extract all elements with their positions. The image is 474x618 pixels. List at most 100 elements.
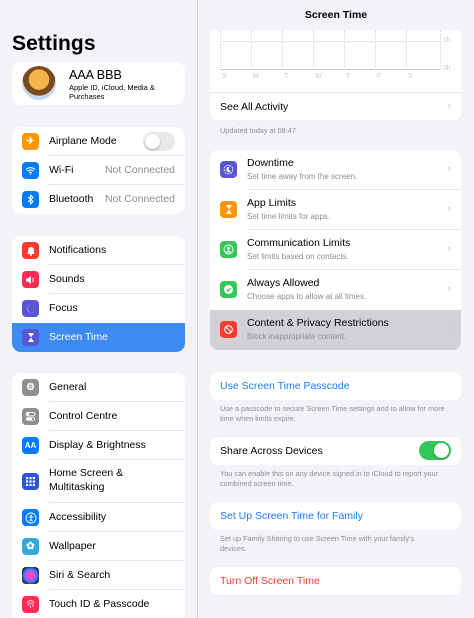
option-downtime[interactable]: Downtime Set time away from the screen. … bbox=[210, 150, 461, 190]
fingerprint-icon bbox=[22, 596, 39, 613]
grid-icon bbox=[22, 473, 39, 490]
gridline bbox=[220, 41, 441, 42]
option-label: App Limits bbox=[247, 197, 297, 209]
page-title: Settings bbox=[12, 32, 96, 55]
option-label: Downtime bbox=[247, 157, 294, 169]
sidebar-item-screen-time[interactable]: Screen Time bbox=[12, 323, 185, 352]
family-note: Set up Family Sharing to use Screen Time… bbox=[220, 534, 415, 553]
usage-chart bbox=[220, 30, 441, 70]
wifi-icon bbox=[22, 162, 39, 179]
option-always-allowed[interactable]: Always Allowed Choose apps to allow at a… bbox=[210, 270, 461, 310]
share-note: You can enable this on any device signed… bbox=[220, 469, 438, 488]
detail-title: Screen Time bbox=[304, 9, 368, 21]
sidebar-item-label-line2: Multitasking bbox=[49, 481, 105, 493]
option-description: Set time away from the screen. bbox=[247, 172, 358, 181]
moon-icon bbox=[22, 300, 39, 317]
x-axis-label: M bbox=[253, 73, 259, 80]
sidebar-item-label: Bluetooth bbox=[49, 193, 94, 205]
gridline bbox=[220, 30, 221, 70]
switches-icon bbox=[22, 408, 39, 425]
detail-pane: Screen Time 1h 0h S M T W T F S See All … bbox=[198, 0, 474, 618]
gridline bbox=[375, 30, 376, 70]
sidebar-item-wallpaper[interactable]: ✿ Wallpaper bbox=[12, 532, 185, 561]
use-passcode-row[interactable]: Use Screen Time Passcode bbox=[210, 372, 461, 400]
restrict-icon bbox=[220, 321, 237, 338]
sidebar-item-wifi[interactable]: Wi-Fi Not Connected bbox=[12, 156, 185, 185]
hourglass-icon bbox=[22, 329, 39, 346]
general-group: ⚙ General Control Centre AA Display & Br… bbox=[12, 373, 185, 618]
sidebar-item-focus[interactable]: Focus bbox=[12, 294, 185, 323]
x-axis-label: T bbox=[284, 73, 289, 80]
sidebar-item-label: Notifications bbox=[49, 244, 107, 256]
sidebar-item-label: Focus bbox=[49, 302, 78, 314]
option-description: Set limits based on contacts. bbox=[247, 252, 349, 261]
speaker-icon bbox=[22, 271, 39, 288]
profile-card[interactable]: AAA BBB Apple ID, iCloud, Media & Purcha… bbox=[12, 62, 185, 105]
passcode-note: Use a passcode to secure Screen Time set… bbox=[220, 404, 445, 423]
toggle-knob bbox=[434, 443, 449, 458]
share-across-devices-label: Share Across Devices bbox=[220, 445, 323, 457]
sidebar-item-label: Touch ID & Passcode bbox=[49, 598, 150, 610]
wifi-status: Not Connected bbox=[104, 164, 175, 176]
chevron-right-icon: › bbox=[447, 243, 451, 255]
share-across-devices-toggle[interactable] bbox=[419, 441, 451, 460]
see-all-activity-row[interactable]: See All Activity › bbox=[210, 92, 461, 120]
option-content-privacy[interactable]: Content & Privacy Restrictions Block ina… bbox=[210, 310, 461, 350]
option-label: Always Allowed bbox=[247, 277, 320, 289]
gridline bbox=[344, 30, 345, 70]
person-icon bbox=[220, 241, 237, 258]
option-description: Set time limits for apps. bbox=[247, 212, 331, 221]
x-axis-label: F bbox=[377, 73, 382, 80]
sidebar-item-label: Siri & Search bbox=[49, 569, 111, 581]
avatar bbox=[22, 66, 56, 100]
bluetooth-status: Not Connected bbox=[104, 193, 175, 205]
sidebar-item-sounds[interactable]: Sounds bbox=[12, 265, 185, 294]
option-app-limits[interactable]: App Limits Set time limits for apps. › bbox=[210, 190, 461, 230]
share-across-devices-row: Share Across Devices bbox=[210, 437, 461, 465]
hourglass-icon bbox=[220, 201, 237, 218]
accessibility-icon bbox=[22, 509, 39, 526]
chevron-right-icon: › bbox=[447, 163, 451, 175]
sidebar-item-label: Screen Time bbox=[49, 331, 108, 343]
toggle-knob bbox=[145, 134, 160, 149]
option-description: Choose apps to allow at all times. bbox=[247, 292, 367, 301]
option-communication-limits[interactable]: Communication Limits Set limits based on… bbox=[210, 230, 461, 270]
sidebar-item-label: Display & Brightness bbox=[49, 439, 146, 451]
sidebar-item-display-brightness[interactable]: AA Display & Brightness bbox=[12, 431, 185, 460]
sidebar-item-touch-id[interactable]: Touch ID & Passcode bbox=[12, 590, 185, 618]
sidebar-item-label: General bbox=[49, 381, 87, 393]
airplane-mode-toggle[interactable] bbox=[143, 132, 175, 151]
updated-timestamp: Updated today at 08:47 bbox=[220, 126, 296, 135]
downtime-icon bbox=[220, 161, 237, 178]
sidebar-item-bluetooth[interactable]: Bluetooth Not Connected bbox=[12, 185, 185, 214]
family-setup-row[interactable]: Set Up Screen Time for Family bbox=[210, 502, 461, 530]
connectivity-group: ✈ Airplane Mode Wi-Fi Not Connected Blue… bbox=[12, 127, 185, 214]
turn-off-screen-time-row[interactable]: Turn Off Screen Time bbox=[210, 567, 461, 595]
chevron-right-icon: › bbox=[447, 100, 451, 112]
sidebar-item-home-screen[interactable]: Home Screen & Multitasking bbox=[12, 460, 185, 503]
gridline bbox=[440, 30, 441, 70]
sidebar-item-label: Control Centre bbox=[49, 410, 118, 422]
screen-time-options: Downtime Set time away from the screen. … bbox=[210, 150, 461, 350]
airplane-icon: ✈ bbox=[22, 133, 39, 150]
sidebar-item-label: Airplane Mode bbox=[49, 135, 117, 147]
sidebar-item-general[interactable]: ⚙ General bbox=[12, 373, 185, 402]
gridline bbox=[251, 30, 252, 70]
sidebar-item-siri-search[interactable]: Siri & Search bbox=[12, 561, 185, 590]
chevron-right-icon: › bbox=[447, 323, 451, 335]
option-description: Block inappropriate content. bbox=[247, 332, 347, 341]
sidebar-item-control-centre[interactable]: Control Centre bbox=[12, 402, 185, 431]
x-axis-label: S bbox=[408, 73, 413, 80]
bell-icon bbox=[22, 242, 39, 259]
option-label: Content & Privacy Restrictions bbox=[247, 317, 389, 329]
see-all-activity-label: See All Activity bbox=[220, 101, 289, 113]
sidebar-item-notifications[interactable]: Notifications bbox=[12, 236, 185, 265]
sidebar-item-airplane-mode[interactable]: ✈ Airplane Mode bbox=[12, 127, 185, 156]
sidebar-item-accessibility[interactable]: Accessibility bbox=[12, 503, 185, 532]
x-axis-label: T bbox=[346, 73, 351, 80]
x-axis-label: S bbox=[222, 73, 227, 80]
gear-icon: ⚙ bbox=[22, 379, 39, 396]
family-setup-label: Set Up Screen Time for Family bbox=[220, 510, 363, 522]
profile-name: AAA BBB bbox=[69, 68, 122, 82]
sidebar-item-label: Sounds bbox=[49, 273, 85, 285]
